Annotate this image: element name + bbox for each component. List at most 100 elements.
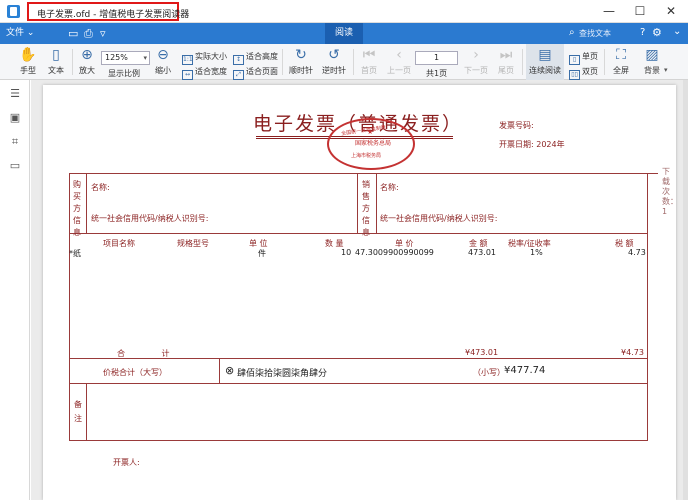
background-label: 背景 xyxy=(644,66,660,75)
continuous-pages-icon: ▤ xyxy=(538,47,552,63)
seal-star-icon: ★ xyxy=(367,128,374,136)
chevron-down-icon[interactable]: ▾ xyxy=(664,66,668,74)
actual-size-label: 实际大小 xyxy=(195,52,227,61)
fit-page-icon: ⤢ xyxy=(233,70,244,80)
next-page-button[interactable]: › 下一页 xyxy=(461,44,491,80)
issuer-label: 开票人: xyxy=(113,458,140,467)
remarks-label: 备注 xyxy=(74,400,82,423)
double-page-label: 双页 xyxy=(582,67,598,76)
document-viewport[interactable]: 电子发票（普通发票） 全国统一发票监制章 ★ 国家税务总局 上海市税务局 发票号… xyxy=(31,80,688,500)
previous-page-label: 上一页 xyxy=(387,66,411,75)
seal-top-text: 全国统一发票监制章 xyxy=(340,124,387,138)
fit-width-label: 适合宽度 xyxy=(195,67,227,76)
grand-total-small-label: （小写） xyxy=(473,368,505,377)
line-item-tax-amount: 4.73 xyxy=(628,248,646,257)
grand-total-value: ¥477.74 xyxy=(504,365,546,376)
fullscreen-icon: ⛶ xyxy=(616,47,626,63)
thumbnail-image-icon[interactable]: ▣ xyxy=(8,111,22,125)
seller-tax-id-label: 统一社会信用代码/纳税人识别号: xyxy=(380,214,498,223)
cross-circle-icon: ⊗ xyxy=(225,364,235,377)
seal-middle-text: 国家税务总局 xyxy=(355,140,392,147)
help-icon[interactable]: ? xyxy=(640,27,645,38)
zoom-in-button[interactable]: ⊕ 放大 xyxy=(74,44,100,80)
gear-icon[interactable]: ⚙ xyxy=(652,26,662,39)
fit-width-icon: ↔ xyxy=(182,70,193,80)
zoom-in-icon: ⊕ xyxy=(81,47,93,63)
page-total: 共1页 xyxy=(426,69,448,78)
hand-tool-button[interactable]: ✋ 手型 xyxy=(14,44,42,80)
rotate-clockwise-button[interactable]: ↻ 顺时针 xyxy=(286,44,316,80)
tax-bureau-seal: 全国统一发票监制章 ★ 国家税务总局 上海市税务局 xyxy=(327,118,415,170)
last-page-button[interactable]: ⏭ 尾页 xyxy=(493,44,519,80)
rotate-cw-label: 顺时针 xyxy=(289,66,313,75)
last-page-label: 尾页 xyxy=(498,66,514,75)
actual-size-button[interactable]: 1:1 实际大小 xyxy=(182,49,227,65)
seal-bottom-text: 上海市税务局 xyxy=(351,153,382,159)
text-tool-label: 文本 xyxy=(48,66,64,75)
fullscreen-button[interactable]: ⛶ 全屏 xyxy=(607,44,635,80)
party-section-divider xyxy=(69,233,647,234)
double-page-button[interactable]: ▯▯ 双页 xyxy=(569,64,598,80)
table-border-bottom xyxy=(69,440,647,441)
grand-total-divider xyxy=(69,383,647,384)
fit-page-label: 适合页面 xyxy=(246,67,278,76)
invoice-number-label: 发票号码: xyxy=(499,121,534,130)
single-page-button[interactable]: ▯ 单页 xyxy=(569,49,598,65)
title-bar: 电子发票.ofd - 增值税电子发票阅读器 — ☐ ✕ xyxy=(0,0,688,23)
line-item-tax-rate: 1% xyxy=(530,248,543,257)
line-item-name: *纸 xyxy=(69,249,81,258)
outline-list-icon[interactable]: ☰ xyxy=(8,87,22,101)
zoom-out-button[interactable]: ⊖ 缩小 xyxy=(150,44,176,80)
hand-icon: ✋ xyxy=(19,47,37,63)
open-folder-icon[interactable]: ▭ xyxy=(68,27,78,40)
issue-date-label: 开票日期: 2024年 xyxy=(499,140,565,149)
attachment-icon[interactable]: ⌗ xyxy=(8,135,22,149)
grand-total-label: 价税合计（大写） xyxy=(103,368,167,377)
page-number-input[interactable]: 1 xyxy=(415,51,458,65)
background-button[interactable]: ▨ 背景 xyxy=(638,44,666,80)
print-icon[interactable]: ⎙ xyxy=(84,27,93,40)
line-item-quantity: 10 xyxy=(341,248,352,257)
zoom-select[interactable]: 125% ▾ xyxy=(101,51,150,65)
toolbar-divider xyxy=(604,49,605,75)
text-cursor-icon: ▯ xyxy=(52,47,60,63)
remarks-label-divider xyxy=(86,383,87,440)
sidebar: ☰ ▣ ⌗ ▭ xyxy=(0,80,30,500)
text-tool-button[interactable]: ▯ 文本 xyxy=(42,44,70,80)
fit-height-label: 适合高度 xyxy=(246,52,278,61)
maximize-button[interactable]: ☐ xyxy=(625,2,655,20)
seller-label-divider xyxy=(376,173,377,233)
close-button[interactable]: ✕ xyxy=(656,2,686,20)
quick-access-dropdown-icon[interactable]: ▿ xyxy=(100,27,106,40)
toolbar-divider xyxy=(522,49,523,75)
comment-icon[interactable]: ▭ xyxy=(8,159,22,173)
continuous-reading-button[interactable]: ▤ 连续阅读 xyxy=(526,44,564,80)
hand-tool-label: 手型 xyxy=(20,66,36,75)
rotate-ccw-label: 逆时针 xyxy=(322,66,346,75)
download-count-note: 下载次数：1 xyxy=(662,167,676,216)
party-column-divider xyxy=(357,173,358,233)
collapse-ribbon-icon[interactable]: ⌄ xyxy=(673,26,681,37)
buyer-section-label: 购买方信息 xyxy=(73,180,81,237)
vertical-scrollbar[interactable] xyxy=(683,80,688,500)
toolbar: ✋ 手型 ▯ 文本 ⊕ 放大 125% ▾ 显示比例 ⊖ 缩小 1:1 实际大小 ↔ 适合宽… xyxy=(0,44,688,80)
search-input[interactable]: 查找文本 xyxy=(566,27,636,40)
fit-width-button[interactable]: ↔ 适合宽度 xyxy=(182,64,227,80)
file-menu[interactable]: 文件 ⌄ xyxy=(6,26,34,41)
rotate-counterclockwise-button[interactable]: ↺ 逆时针 xyxy=(319,44,349,80)
rotate-ccw-icon: ↺ xyxy=(328,47,340,63)
fit-height-button[interactable]: ↕ 适合高度 xyxy=(233,49,278,65)
single-page-label: 单页 xyxy=(582,52,598,61)
first-page-button[interactable]: ⏮ 首页 xyxy=(356,44,382,80)
previous-page-button[interactable]: ‹ 上一页 xyxy=(384,44,414,80)
table-border-right xyxy=(647,173,648,441)
minimize-button[interactable]: — xyxy=(594,2,624,20)
zoom-label: 显示比例 xyxy=(108,69,140,78)
window-title: 电子发票.ofd - 增值税电子发票阅读器 xyxy=(37,10,190,20)
fit-page-button[interactable]: ⤢ 适合页面 xyxy=(233,64,278,80)
ribbon-bar: 文件 ⌄ ▭ ⎙ ▿ 阅读 ⌕ 查找文本 ? ⚙ ⌄ xyxy=(0,23,688,44)
chevron-left-icon: ‹ xyxy=(396,47,402,63)
tab-read[interactable]: 阅读 xyxy=(325,23,363,44)
table-border-left xyxy=(69,173,70,441)
header-item-name: 项目名称 xyxy=(103,239,135,248)
